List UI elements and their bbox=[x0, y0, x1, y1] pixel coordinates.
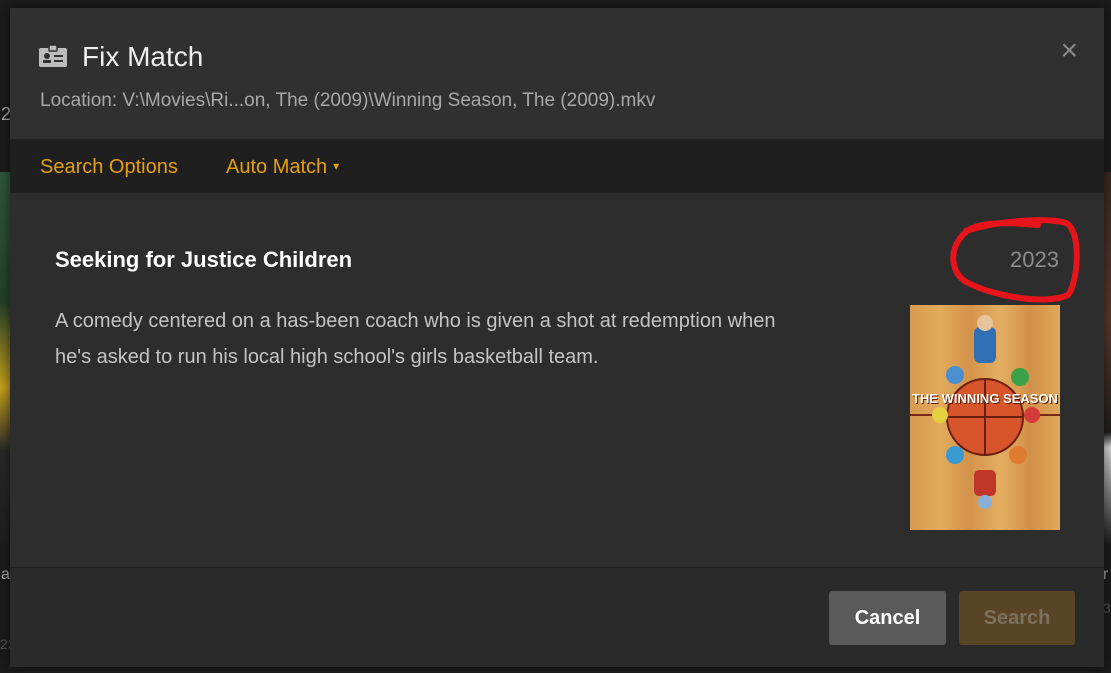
dialog-footer: Cancel Search bbox=[10, 567, 1104, 667]
close-icon[interactable]: × bbox=[1060, 36, 1078, 66]
background-poster-left bbox=[0, 172, 10, 544]
background-text-fragment: a bbox=[1, 566, 10, 583]
movie-poster: THE WINNING SEASON bbox=[910, 305, 1060, 530]
caret-down-icon: ▾ bbox=[333, 159, 340, 173]
poster-title: THE WINNING SEASON bbox=[912, 391, 1058, 406]
match-result[interactable]: Seeking for Justice Children 2023 A come… bbox=[10, 193, 1104, 567]
id-card-icon bbox=[39, 45, 67, 67]
fix-match-dialog: Fix Match × Location: V:\Movies\Ri...on,… bbox=[10, 8, 1104, 667]
result-description: A comedy centered on a has-been coach wh… bbox=[55, 310, 776, 368]
options-bar: Search Options Auto Match ▾ bbox=[10, 139, 1104, 193]
file-location: Location: V:\Movies\Ri...on, The (2009)\… bbox=[40, 90, 656, 111]
search-options-link[interactable]: Search Options bbox=[40, 156, 178, 179]
red-annotation-circle bbox=[950, 217, 1080, 303]
auto-match-dropdown[interactable]: Auto Match ▾ bbox=[226, 156, 339, 179]
search-button[interactable]: Search bbox=[959, 591, 1075, 645]
cancel-button[interactable]: Cancel bbox=[829, 591, 946, 645]
background-text-fragment: 3 bbox=[1103, 600, 1111, 616]
poster-artwork bbox=[910, 315, 1060, 509]
result-title: Seeking for Justice Children bbox=[55, 247, 353, 272]
dialog-header: Fix Match × Location: V:\Movies\Ri...on,… bbox=[10, 8, 1104, 139]
auto-match-label: Auto Match bbox=[226, 156, 328, 178]
dialog-title: Fix Match bbox=[82, 41, 204, 72]
